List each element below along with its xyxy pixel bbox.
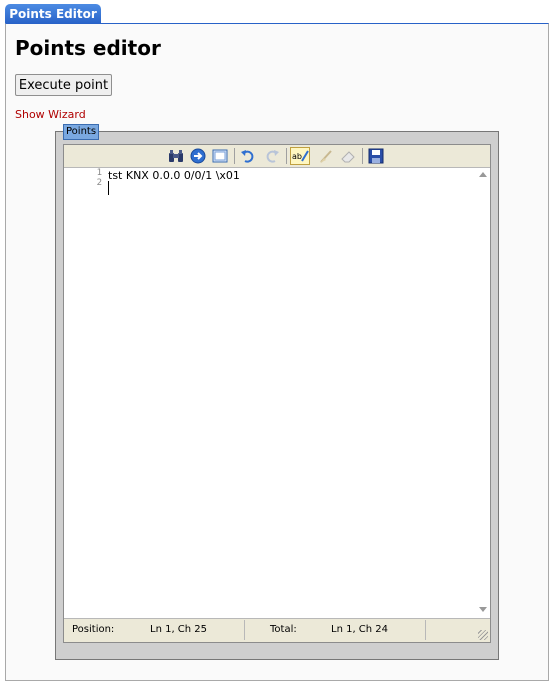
- total-label: Total:: [270, 624, 297, 635]
- toolbar-separator: [362, 148, 363, 164]
- find-icon[interactable]: [168, 148, 184, 164]
- resize-grip-icon[interactable]: [478, 630, 488, 640]
- reset-highlight-icon[interactable]: [318, 148, 334, 164]
- total-value: Ln 1, Ch 24: [331, 624, 389, 635]
- line-number-gutter: 1 2: [64, 168, 106, 617]
- code-editor[interactable]: ab 1 2 tst KNX 0.0.0 0/0/1 \x01 Position…: [63, 144, 491, 643]
- line-number: 1: [96, 168, 102, 178]
- goto-icon[interactable]: [190, 148, 206, 164]
- line-number: 2: [96, 178, 102, 188]
- highlight-icon[interactable]: ab: [290, 147, 310, 165]
- undo-icon[interactable]: [240, 148, 256, 164]
- scroll-up-arrow-icon[interactable]: [479, 172, 487, 177]
- status-separator: [425, 620, 426, 640]
- redo-icon[interactable]: [264, 148, 280, 164]
- editor-status-bar: Position: Ln 1, Ch 25 Total: Ln 1, Ch 24: [64, 618, 490, 642]
- fullscreen-icon[interactable]: [212, 148, 228, 164]
- page-title: Points editor: [15, 36, 161, 60]
- vertical-scrollbar[interactable]: [476, 168, 490, 618]
- svg-text:ab: ab: [292, 152, 302, 161]
- scroll-down-arrow-icon[interactable]: [479, 607, 487, 612]
- toolbar-separator: [234, 148, 235, 164]
- text-cursor: [108, 181, 109, 195]
- points-legend: Points: [63, 124, 100, 140]
- tab-points-editor[interactable]: Points Editor: [5, 4, 101, 24]
- execute-point-button[interactable]: Execute point: [15, 74, 112, 96]
- position-label: Position:: [72, 624, 115, 635]
- eraser-icon[interactable]: [340, 148, 356, 164]
- toolbar-separator: [286, 148, 287, 164]
- show-wizard-link[interactable]: Show Wizard: [15, 108, 86, 121]
- position-value: Ln 1, Ch 25: [150, 624, 208, 635]
- editor-text[interactable]: tst KNX 0.0.0 0/0/1 \x01: [108, 169, 240, 182]
- main-panel: Points editor Execute point Show Wizard …: [5, 23, 549, 681]
- tab-bar: Points Editor: [0, 0, 550, 24]
- status-separator: [244, 620, 245, 640]
- save-icon[interactable]: [368, 148, 384, 164]
- editor-toolbar: ab: [64, 145, 490, 168]
- points-fieldset: Points ab 1 2 tst KNX 0.0.0 0/0/1 \x01 P…: [55, 124, 499, 660]
